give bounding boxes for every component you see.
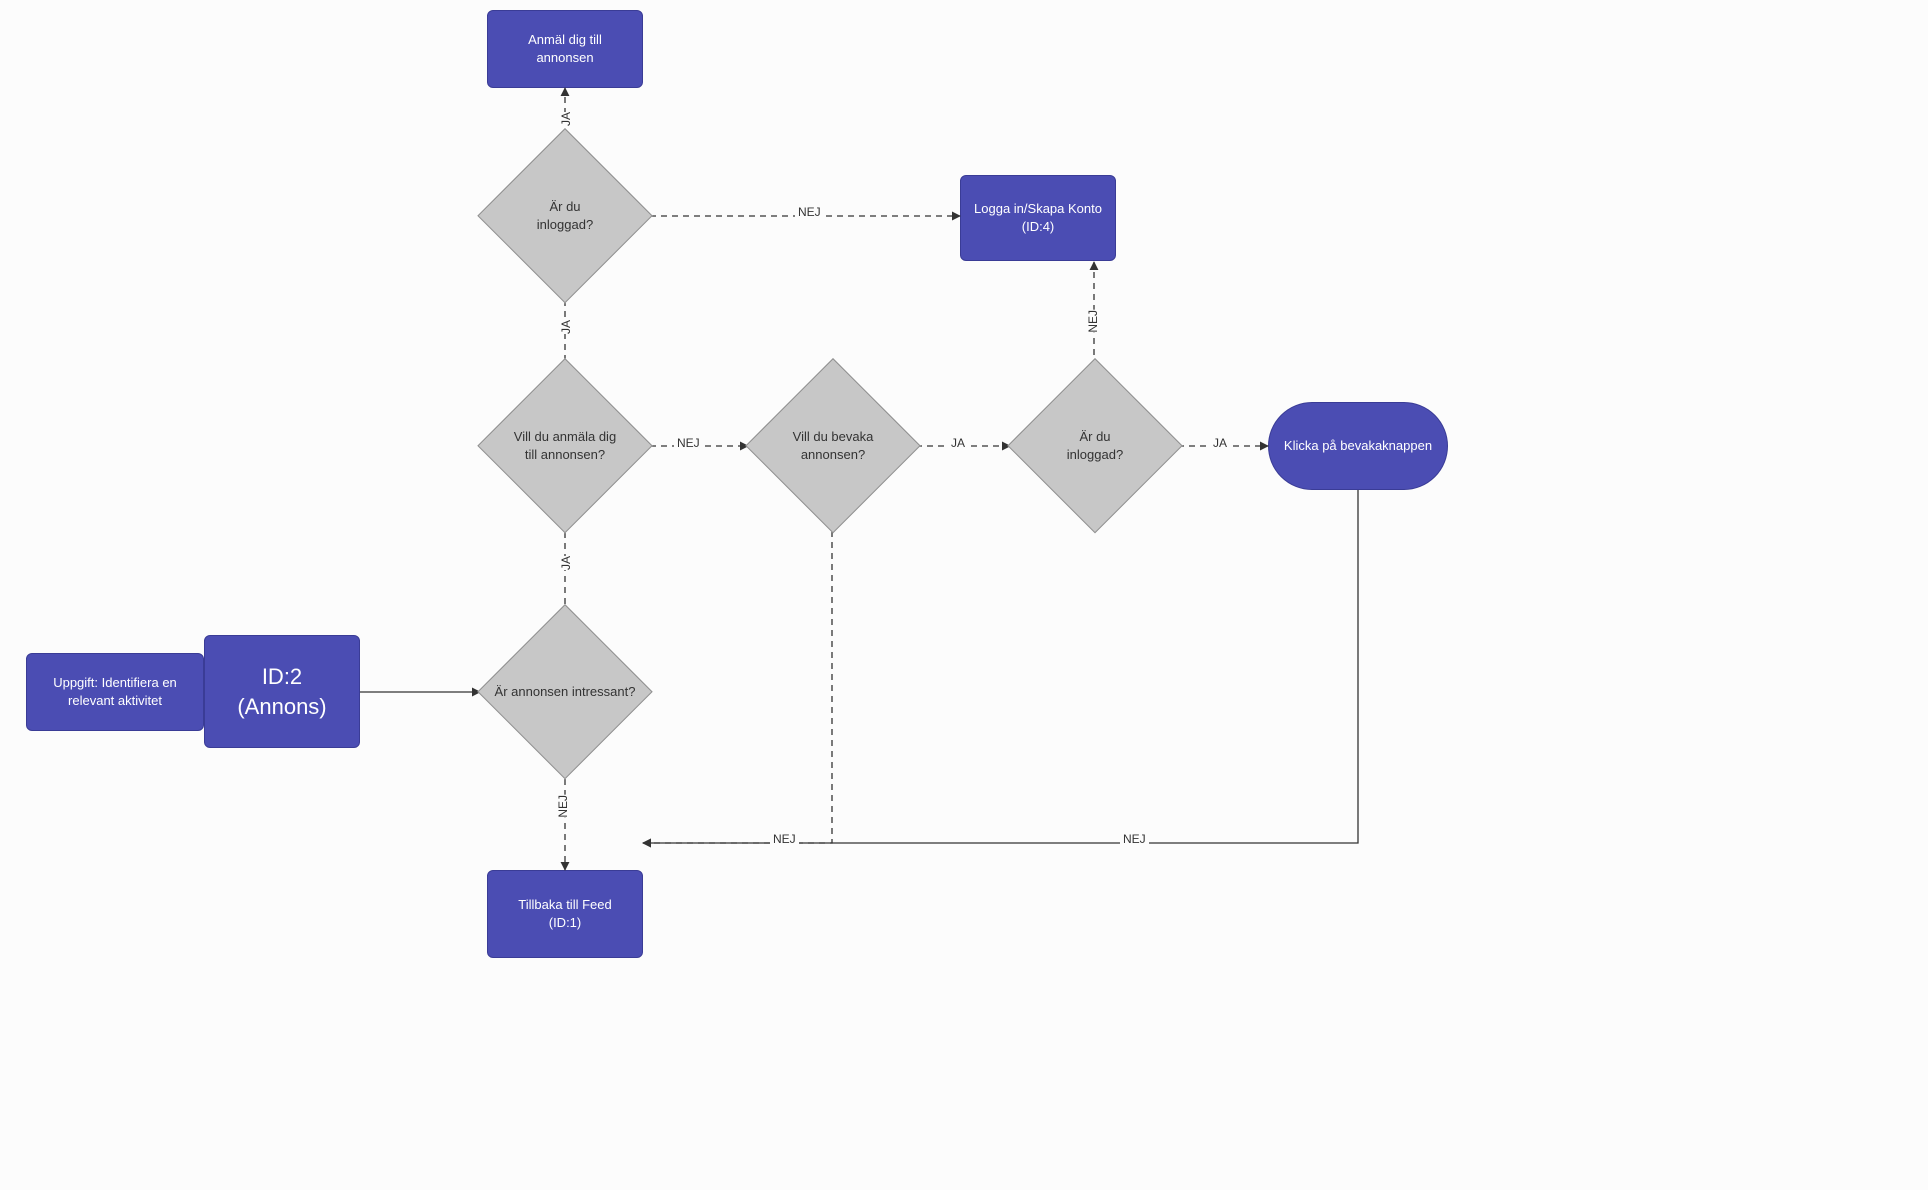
edge-label-ja-1: JA (556, 556, 576, 570)
decision-login-top-text: Är du inloggad? (520, 198, 610, 233)
decision-interest: Är annonsen intressant? (480, 607, 650, 777)
edge-label-nej-login-top: NEJ (795, 205, 824, 219)
edge-label-ja-3: JA (556, 112, 576, 126)
edge-label-ja-login-right: JA (1210, 436, 1230, 450)
edges-layer (0, 0, 1928, 1190)
flowchart-canvas: Uppgift: Identifiera en relevant aktivit… (0, 0, 1928, 1190)
decision-login-right: Är du inloggad? (1010, 361, 1180, 531)
edge-label-nej-apply: NEJ (674, 436, 703, 450)
decision-apply: Vill du anmäla dig till annonsen? (480, 361, 650, 531)
decision-follow-text: Vill du bevaka annonsen? (778, 428, 888, 463)
decision-follow: Vill du bevaka annonsen? (748, 361, 918, 531)
decision-apply-text: Vill du anmäla dig till annonsen? (510, 428, 620, 463)
decision-login-top: Är du inloggad? (480, 131, 650, 301)
decision-interest-text: Är annonsen intressant? (495, 683, 636, 701)
edge-label-nej-login-right: NEJ (1083, 310, 1103, 333)
edge-label-nej-interest: NEJ (553, 795, 573, 818)
edge-label-ja-2: JA (556, 320, 576, 334)
decision-login-right-text: Är du inloggad? (1050, 428, 1140, 463)
edge-label-nej-follow-down: NEJ (770, 832, 799, 846)
edge-label-ja-follow: JA (948, 436, 968, 450)
edge-label-nej-watch-back: NEJ (1120, 832, 1149, 846)
